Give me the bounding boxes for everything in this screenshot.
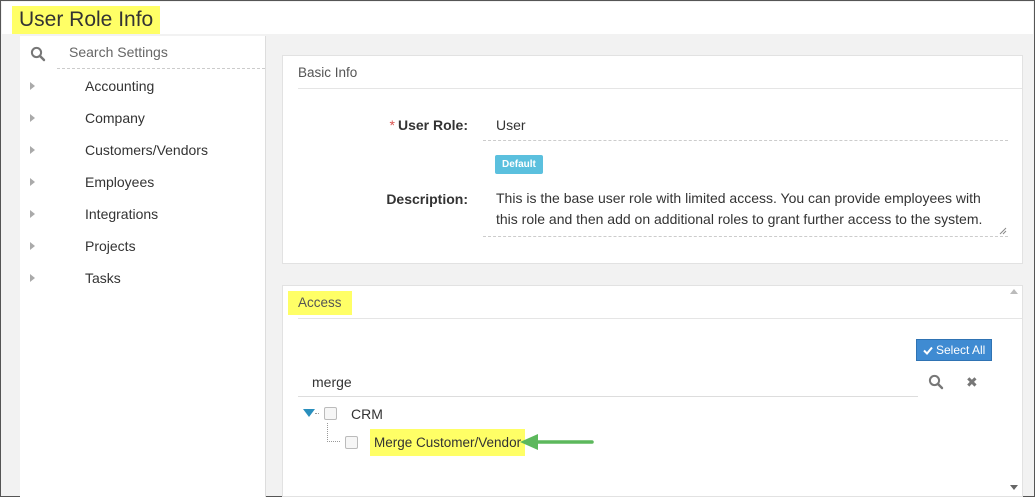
sidebar-item-tasks[interactable]: Tasks xyxy=(20,264,266,296)
resize-handle-icon[interactable] xyxy=(999,227,1007,235)
sidebar-item-accounting[interactable]: Accounting xyxy=(20,72,266,104)
crm-tree-label[interactable]: CRM xyxy=(351,406,383,422)
caret-right-icon[interactable] xyxy=(30,242,35,250)
tree-connector xyxy=(327,423,340,442)
sidebar-item-employees[interactable]: Employees xyxy=(20,168,266,200)
window-frame: User Role Info Accounting Company Custom… xyxy=(0,0,1035,497)
caret-right-icon[interactable] xyxy=(30,82,35,90)
title-bar: User Role Info xyxy=(2,2,1033,34)
sidebar-item-customers-vendors[interactable]: Customers/Vendors xyxy=(20,136,266,168)
tree-connector xyxy=(315,413,319,414)
settings-search xyxy=(20,36,266,70)
description-label: Description: xyxy=(386,191,468,207)
user-role-field[interactable]: User xyxy=(483,117,1008,141)
crm-checkbox[interactable] xyxy=(324,407,337,420)
user-role-label-text: User Role: xyxy=(397,117,468,133)
scroll-up-icon[interactable] xyxy=(1010,289,1018,294)
sidebar-item-label: Tasks xyxy=(85,270,121,286)
sidebar-item-label: Accounting xyxy=(85,78,155,94)
search-settings-input[interactable] xyxy=(57,36,265,69)
sidebar-item-label: Employees xyxy=(85,174,155,190)
sidebar-item-label: Company xyxy=(85,110,145,126)
merge-customer-vendor-label[interactable]: Merge Customer/Vendor xyxy=(370,429,526,456)
sidebar-item-label: Integrations xyxy=(85,206,159,222)
caret-right-icon[interactable] xyxy=(30,114,35,122)
sidebar-item-label: Customers/Vendors xyxy=(85,142,208,158)
search-icon[interactable] xyxy=(30,46,46,62)
default-badge: Default xyxy=(495,155,543,174)
close-icon[interactable]: ✖ xyxy=(966,374,978,390)
caret-right-icon[interactable] xyxy=(30,146,35,154)
access-filter-field[interactable]: merge xyxy=(298,370,918,397)
access-card: Access Select All merge ✖ CRM Merge Cust… xyxy=(282,285,1023,497)
scroll-down-icon[interactable] xyxy=(1010,485,1018,490)
caret-right-icon[interactable] xyxy=(30,178,35,186)
required-indicator: * xyxy=(389,117,395,133)
caret-right-icon[interactable] xyxy=(30,210,35,218)
divider xyxy=(298,88,1022,89)
access-title: Access xyxy=(288,291,352,315)
sidebar-item-projects[interactable]: Projects xyxy=(20,232,266,264)
description-field[interactable]: This is the base user role with limited … xyxy=(483,188,1008,237)
sidebar-item-label: Projects xyxy=(85,238,136,254)
merge-customer-vendor-checkbox[interactable] xyxy=(345,436,358,449)
settings-sidebar: Accounting Company Customers/Vendors Emp… xyxy=(20,36,266,497)
access-filter-value: merge xyxy=(312,374,352,390)
description-text: This is the base user role with limited … xyxy=(496,190,983,227)
caret-down-icon[interactable] xyxy=(303,409,315,417)
basic-info-title: Basic Info xyxy=(298,65,358,80)
page-title: User Role Info xyxy=(12,6,161,34)
search-icon[interactable] xyxy=(928,374,944,390)
check-icon xyxy=(922,346,933,355)
user-role-label: * User Role: xyxy=(373,117,468,133)
caret-right-icon[interactable] xyxy=(30,274,35,282)
basic-info-card: Basic Info * User Role: User Default Desc… xyxy=(282,55,1023,264)
arrow-left-icon xyxy=(520,434,594,450)
select-all-label: Select All xyxy=(935,343,986,357)
sidebar-item-company[interactable]: Company xyxy=(20,104,266,136)
divider xyxy=(298,318,1022,319)
sidebar-item-integrations[interactable]: Integrations xyxy=(20,200,266,232)
select-all-button[interactable]: Select All xyxy=(916,339,992,361)
